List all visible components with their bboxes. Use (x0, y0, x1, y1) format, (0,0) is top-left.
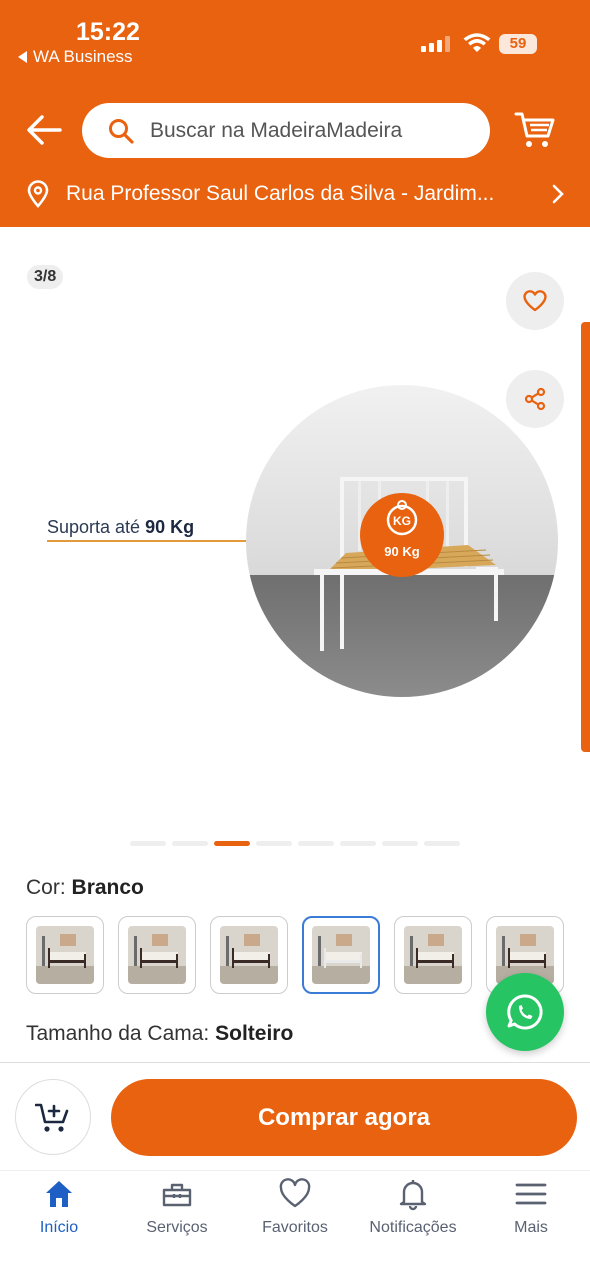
carousel-dot[interactable] (298, 841, 334, 846)
search-icon (109, 118, 134, 144)
bell-icon (399, 1180, 427, 1211)
carousel-dots[interactable] (130, 841, 460, 846)
color-label: Cor: (26, 876, 66, 899)
color-swatch[interactable] (118, 916, 196, 994)
nav-label-inicio: Início (39, 1219, 79, 1236)
support-caption: Suporta até 90 Kg (47, 517, 194, 538)
swatch-thumbnail (404, 926, 462, 984)
nav-item-mais[interactable]: Mais (472, 1171, 590, 1280)
color-swatch[interactable] (26, 916, 104, 994)
battery-indicator: 59 (499, 34, 537, 54)
cellular-signal-icon (421, 36, 450, 52)
support-prefix: Suporta até (47, 517, 146, 537)
bottom-navigation: Início Serviços Favoritos Notificações M… (0, 1170, 590, 1280)
carousel-dot[interactable] (256, 841, 292, 846)
carousel-dot[interactable] (130, 841, 166, 846)
carousel-dot[interactable] (340, 841, 376, 846)
image-counter: 3/8 (27, 265, 64, 289)
swatch-thumbnail (36, 926, 94, 984)
swatch-thumbnail (312, 926, 370, 984)
delivery-address[interactable]: Rua Professor Saul Carlos da Silva - Jar… (26, 174, 566, 214)
product-image: KG 90 Kg (246, 385, 558, 697)
status-time: 15:22 (76, 18, 140, 46)
buy-now-button[interactable]: Comprar agora (111, 1079, 577, 1156)
nav-label-mais: Mais (514, 1219, 548, 1236)
color-swatch[interactable] (302, 916, 380, 994)
nav-label-favoritos: Favoritos (262, 1219, 328, 1236)
app-header: 15:22 WA Business 59 Rua Professor Saul … (0, 0, 590, 227)
size-value: Solteiro (215, 1022, 294, 1045)
color-option: Cor: Branco (26, 876, 144, 900)
address-text: Rua Professor Saul Carlos da Silva - Jar… (66, 182, 495, 205)
back-to-app-link[interactable]: WA Business (18, 47, 133, 67)
search-bar[interactable] (82, 103, 490, 158)
back-arrow-icon[interactable] (24, 112, 64, 148)
menu-icon (515, 1183, 547, 1205)
search-input[interactable] (150, 118, 470, 143)
color-value: Branco (71, 876, 144, 899)
nav-label-notificacoes: Notificações (369, 1219, 457, 1236)
size-option: Tamanho da Cama: Solteiro (26, 1022, 293, 1046)
support-value: 90 Kg (145, 517, 195, 537)
size-label: Tamanho da Cama: (26, 1022, 210, 1045)
add-to-cart-icon (35, 1103, 69, 1132)
purchase-bar: Comprar agora (0, 1062, 590, 1170)
color-swatches (26, 916, 564, 994)
favorite-button[interactable] (506, 272, 564, 330)
carousel-dot[interactable] (424, 841, 460, 846)
color-swatch[interactable] (210, 916, 288, 994)
heart-icon (279, 1178, 311, 1208)
nav-item-inicio[interactable]: Início (0, 1171, 118, 1280)
add-to-cart-button[interactable] (15, 1079, 91, 1155)
chevron-right-icon (552, 184, 564, 204)
whatsapp-button[interactable] (486, 973, 564, 1051)
product-gallery[interactable]: 3/8 Suporta até 90 Kg KG 90 Kg (0, 227, 590, 862)
cart-icon[interactable] (514, 110, 556, 150)
weight-badge-unit: KG (393, 514, 411, 528)
whatsapp-icon (507, 994, 543, 1030)
swatch-thumbnail (128, 926, 186, 984)
back-triangle-icon (18, 51, 27, 63)
back-app-label: WA Business (33, 47, 133, 66)
share-button[interactable] (506, 370, 564, 428)
carousel-dot[interactable] (382, 841, 418, 846)
heart-icon (523, 290, 547, 312)
nav-label-servicos: Serviços (146, 1219, 208, 1236)
color-swatch[interactable] (394, 916, 472, 994)
wifi-icon (463, 33, 491, 52)
carousel-dot[interactable] (172, 841, 208, 846)
support-pointer-line (47, 540, 247, 542)
share-icon (524, 387, 546, 411)
nav-item-servicos[interactable]: Serviços (118, 1171, 236, 1280)
nav-item-favoritos[interactable]: Favoritos (236, 1171, 354, 1280)
nav-item-notificacoes[interactable]: Notificações (354, 1171, 472, 1280)
toolbox-icon (162, 1183, 192, 1207)
swatch-thumbnail (220, 926, 278, 984)
carousel-dot[interactable] (214, 841, 250, 846)
weight-badge-value: 90 Kg (384, 544, 419, 559)
home-icon (46, 1181, 72, 1207)
scroll-indicator (581, 322, 590, 752)
location-pin-icon (27, 180, 49, 208)
